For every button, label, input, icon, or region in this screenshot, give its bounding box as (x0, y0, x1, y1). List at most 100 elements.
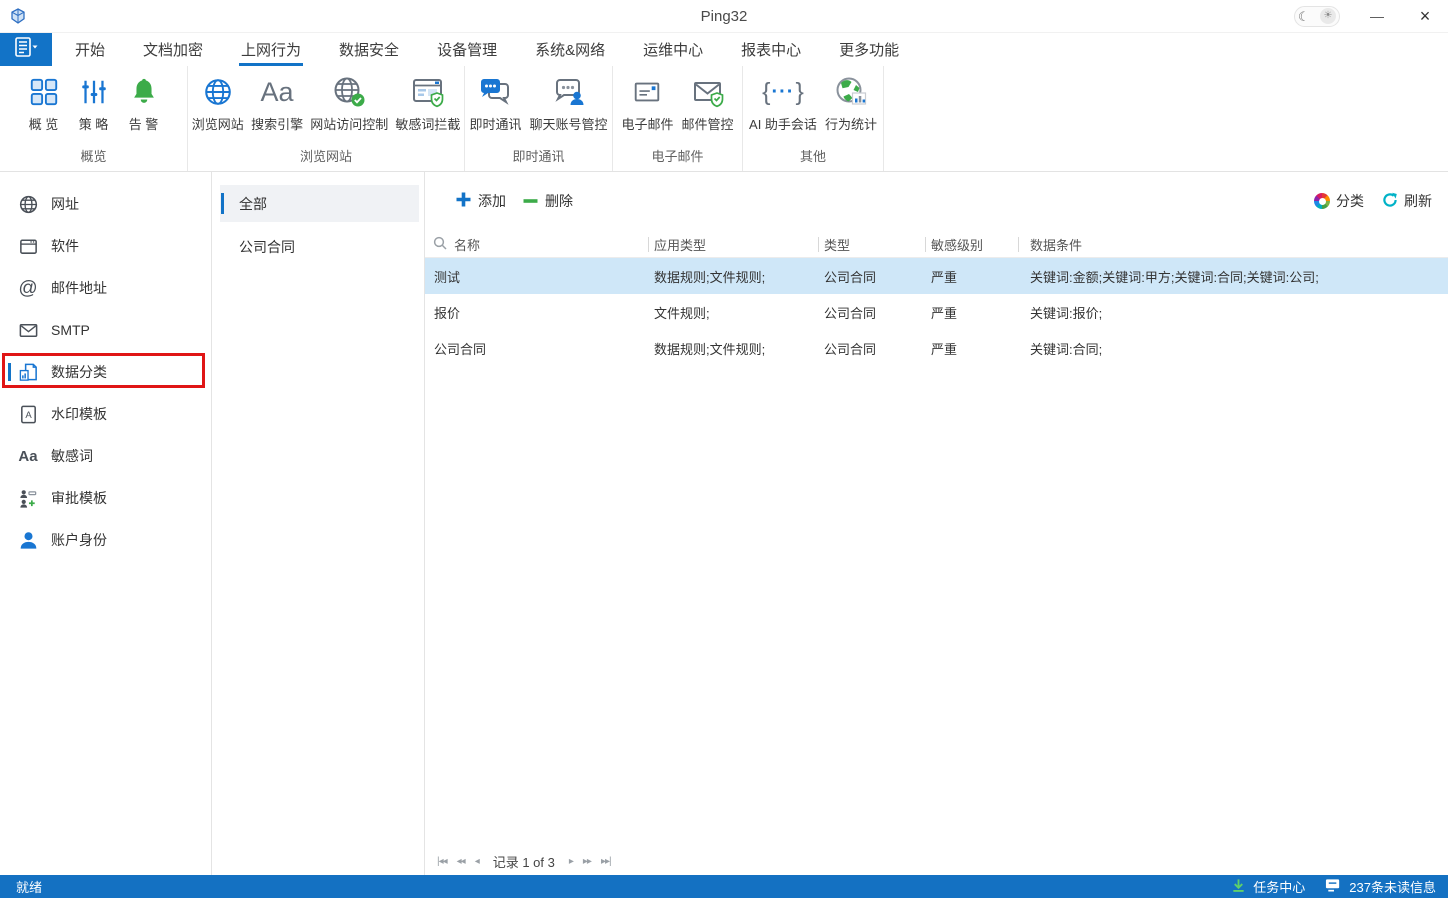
window-controls: ☾ ☀ — × (1294, 6, 1448, 27)
column-header-data-condition[interactable]: 数据条件 (1018, 232, 1448, 257)
main-menu-button[interactable] (0, 33, 52, 66)
tab-shuju-anquan[interactable]: 数据安全 (324, 33, 414, 66)
column-header-app-type[interactable]: 应用类型 (648, 232, 818, 257)
instant-messaging-button[interactable]: 即时通讯 (465, 73, 525, 133)
status-bar-right: 任务中心 237条未读信息 (1211, 877, 1436, 896)
ribbon-group-other: {···} AI 助手会话 行为统计 其他 (743, 66, 884, 171)
classify-button[interactable]: 分类 (1314, 191, 1364, 211)
moon-icon[interactable]: ☾ (1298, 10, 1310, 23)
sidebar-item-sensitive-words[interactable]: Aa 敏感词 (0, 435, 211, 477)
sidebar-item-label: 账户身份 (51, 530, 107, 550)
column-header-type[interactable]: 类型 (818, 232, 925, 257)
sidebar-item-email-address[interactable]: @ 邮件地址 (0, 267, 211, 309)
fast-prev-page-icon[interactable]: ◂◂ (457, 856, 465, 867)
mail-outline-icon (16, 320, 40, 341)
data-category-icon (16, 362, 40, 383)
globe-outline-icon (16, 194, 40, 215)
ribbon-group-browse-website: 浏览网站 Aa 搜索引擎 网站访问控制 敏感词拦截 浏览网站 (188, 66, 465, 171)
policy-button[interactable]: 策 略 (69, 73, 119, 133)
overview-button[interactable]: 概 览 (19, 73, 69, 133)
sidebar-item-label: SMTP (51, 322, 90, 338)
sidebar-item-software[interactable]: 软件 (0, 225, 211, 267)
ribbon-group-overview: 概 览 策 略 告 警 概览 (0, 66, 188, 171)
group-label-overview: 概览 (0, 146, 187, 165)
sidebar-item-watermark-template[interactable]: A 水印模板 (0, 393, 211, 435)
unread-messages-button[interactable]: 237条未读信息 (1325, 877, 1436, 896)
globe-check-icon (332, 73, 366, 111)
sidebar-item-data-category[interactable]: 数据分类 (0, 351, 211, 393)
tab-shebei-guanli[interactable]: 设备管理 (422, 33, 512, 66)
table-row[interactable]: 公司合同 数据规则;文件规则; 公司合同 严重 关键词:合同; (425, 330, 1448, 366)
refresh-icon (1382, 192, 1398, 211)
tab-kaishi[interactable]: 开始 (60, 33, 120, 66)
sun-icon: ☀ (1324, 11, 1333, 21)
theme-toggle[interactable]: ☾ ☀ (1294, 6, 1340, 27)
sun-toggle-knob[interactable]: ☀ (1320, 8, 1336, 24)
color-wheel-icon (1314, 193, 1330, 209)
aa-text-icon: Aa (16, 449, 40, 464)
column-header-name[interactable]: 名称 (425, 232, 648, 257)
watermark-doc-icon: A (16, 404, 40, 425)
title-bar: Ping32 ☾ ☀ — × (0, 0, 1448, 33)
tab-xitong-wangluo[interactable]: 系统&网络 (520, 33, 620, 66)
delete-button[interactable]: 删除 (522, 191, 573, 211)
table-header: 名称 应用类型 类型 敏感级别 数据条件 (425, 232, 1448, 258)
chat-bubbles-icon (478, 73, 512, 111)
next-page-icon[interactable]: ▸ (569, 856, 573, 867)
sensitive-word-block-button[interactable]: 敏感词拦截 (392, 73, 464, 133)
sidebar-item-label: 网址 (51, 194, 79, 214)
tab-yunwei-zhongxin[interactable]: 运维中心 (628, 33, 718, 66)
main-content: 添加 删除 分类 刷新 名称 应用类型 类型 敏感级别 (425, 172, 1448, 875)
minus-icon (522, 193, 539, 209)
status-bar: 就绪 任务中心 237条未读信息 (0, 875, 1448, 898)
first-page-icon[interactable]: |◂◂ (437, 856, 447, 867)
message-icon (1325, 878, 1342, 895)
browse-website-button[interactable]: 浏览网站 (188, 73, 247, 133)
table-row[interactable]: 报价 文件规则; 公司合同 严重 关键词:报价; (425, 294, 1448, 330)
ai-assistant-session-button[interactable]: {···} AI 助手会话 (745, 73, 821, 133)
braces-ai-icon: {···} (762, 73, 804, 111)
tab-gengduo-gongneng[interactable]: 更多功能 (824, 33, 914, 66)
sliders-policy-icon (78, 73, 110, 111)
document-menu-icon (13, 37, 39, 62)
sidebar-item-label: 邮件地址 (51, 278, 107, 298)
sidebar-item-account-identity[interactable]: 账户身份 (0, 519, 211, 561)
ribbon-group-email: 电子邮件 邮件管控 电子邮件 (613, 66, 743, 171)
category-item-label: 全部 (239, 194, 267, 214)
app-window-icon (16, 236, 40, 257)
aa-search-engine-icon: Aa (261, 73, 294, 111)
fast-next-page-icon[interactable]: ▸▸ (583, 856, 591, 867)
search-icon (433, 236, 447, 253)
sidebar-item-url[interactable]: 网址 (0, 183, 211, 225)
category-item-all[interactable]: 全部 (220, 185, 419, 222)
table-row[interactable]: 测试 数据规则;文件规则; 公司合同 严重 关键词:金额;关键词:甲方;关键词:… (425, 258, 1448, 294)
tab-wendang-jiami[interactable]: 文档加密 (128, 33, 218, 66)
minimize-button[interactable]: — (1362, 8, 1392, 24)
alert-button[interactable]: 告 警 (119, 73, 169, 133)
column-header-sensitive-level[interactable]: 敏感级别 (925, 232, 1018, 257)
chat-account-control-button[interactable]: 聊天账号管控 (526, 73, 612, 133)
category-item-company-contract[interactable]: 公司合同 (220, 228, 419, 265)
sidebar-item-label: 软件 (51, 236, 79, 256)
last-page-icon[interactable]: ▸▸| (601, 856, 611, 867)
main-toolbar: 添加 删除 分类 刷新 (425, 172, 1448, 226)
prev-page-icon[interactable]: ◂ (475, 856, 479, 867)
sidebar-item-approval-template[interactable]: 审批模板 (0, 477, 211, 519)
website-access-control-button[interactable]: 网站访问控制 (307, 73, 392, 133)
add-button[interactable]: 添加 (455, 191, 506, 211)
refresh-button[interactable]: 刷新 (1382, 191, 1432, 211)
search-engine-button[interactable]: Aa 搜索引擎 (247, 73, 306, 133)
window-title: Ping32 (0, 8, 1448, 25)
tab-shangwang-xingwei[interactable]: 上网行为 (226, 33, 316, 66)
sidebar-item-smtp[interactable]: SMTP (0, 309, 211, 351)
email-button[interactable]: 电子邮件 (617, 73, 677, 133)
behavior-statistics-button[interactable]: 行为统计 (821, 73, 881, 133)
sidebar-item-label: 数据分类 (51, 362, 107, 382)
task-center-button[interactable]: 任务中心 (1231, 877, 1305, 896)
ribbon-empty-space (884, 66, 1448, 171)
close-button[interactable]: × (1408, 6, 1442, 27)
ribbon-toolbar: 概 览 策 略 告 警 概览 浏览网站 Aa 搜索引擎 (0, 66, 1448, 172)
svg-text:A: A (25, 409, 32, 420)
mail-control-button[interactable]: 邮件管控 (678, 73, 738, 133)
tab-baobiao-zhongxin[interactable]: 报表中心 (726, 33, 816, 66)
